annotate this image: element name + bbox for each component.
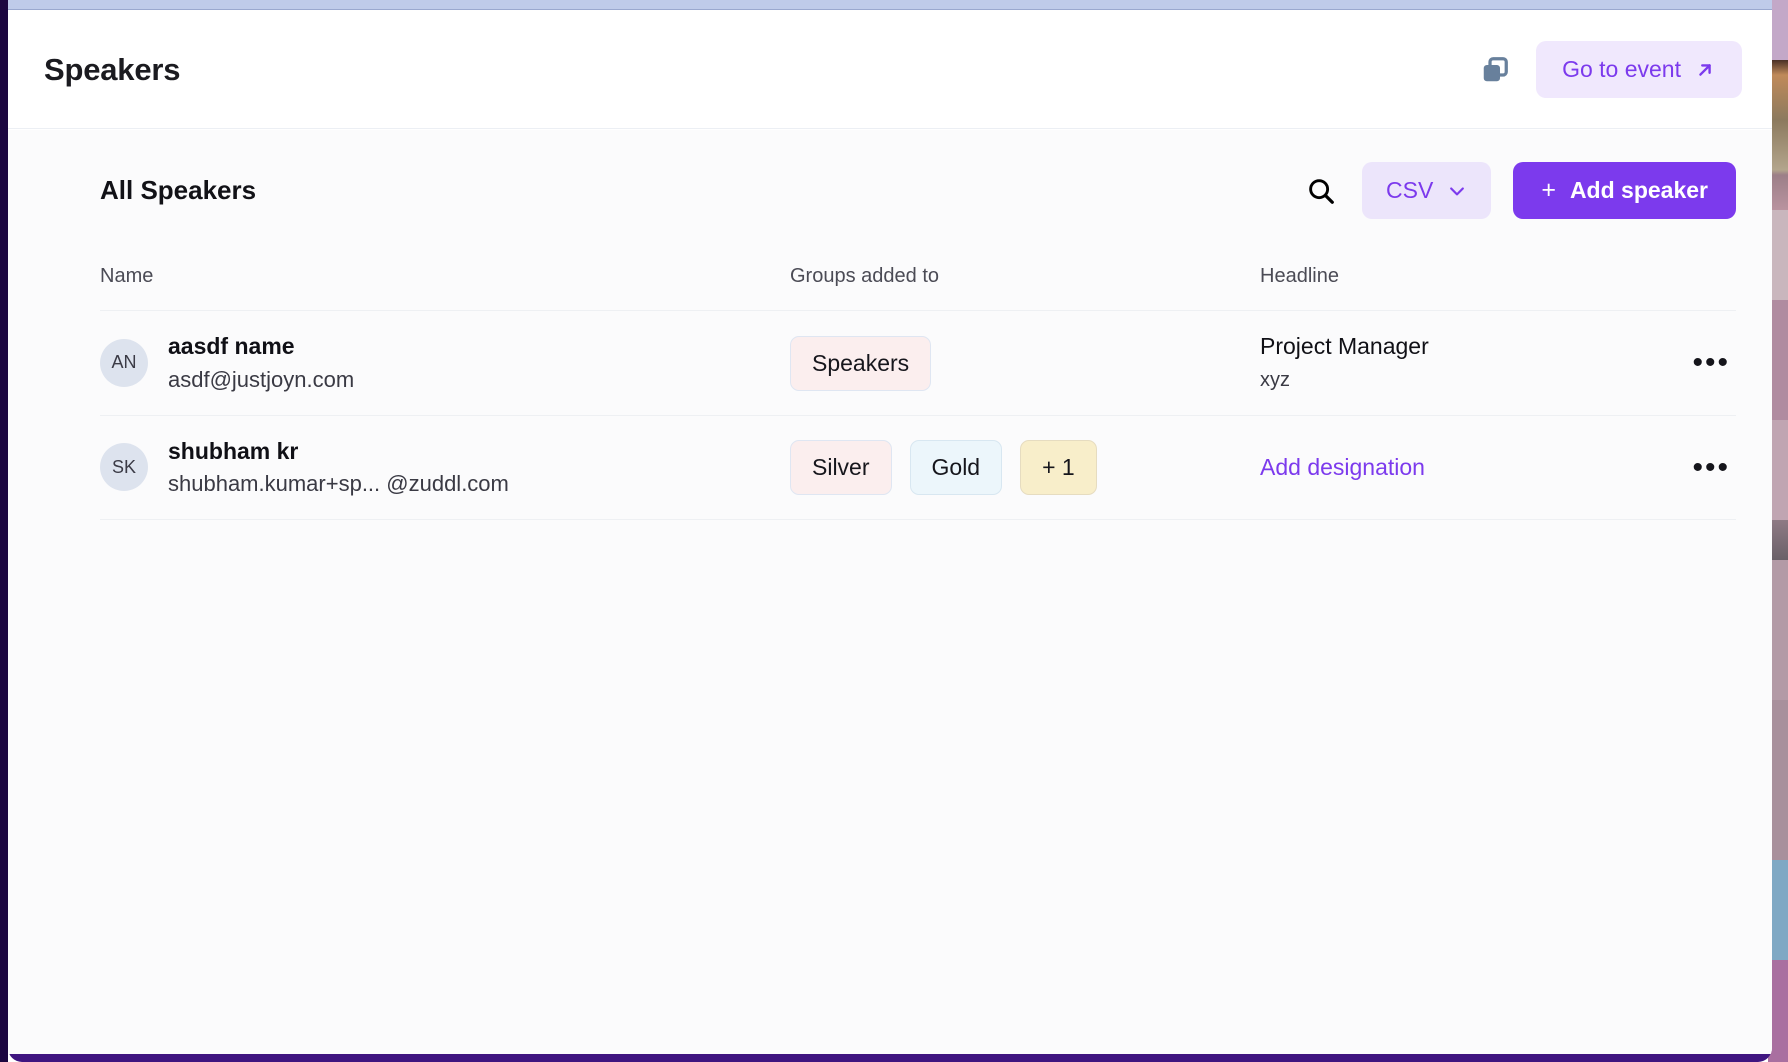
duplicate-icon[interactable] — [1480, 55, 1510, 85]
toolbar-actions: CSV + Add speaker — [1302, 162, 1736, 219]
search-icon — [1306, 176, 1336, 206]
person-text: shubham kr shubham.kumar+sp... @zuddl.co… — [168, 435, 509, 500]
row-actions-cell: ••• — [1666, 452, 1736, 484]
group-tag[interactable]: Silver — [790, 440, 892, 495]
go-to-event-button[interactable]: Go to event — [1536, 41, 1742, 98]
group-tags: Silver Gold + 1 — [790, 440, 1260, 495]
section-title: All Speakers — [100, 175, 257, 205]
row-more-menu-button[interactable]: ••• — [1686, 347, 1736, 379]
plus-icon: + — [1541, 176, 1556, 204]
person-text: aasdf name asdf@justjoyn.com — [168, 330, 354, 395]
csv-label: CSV — [1386, 177, 1434, 203]
person: AN aasdf name asdf@justjoyn.com — [100, 330, 790, 395]
speakers-table: Name Groups added to Headline AN aasdf n… — [100, 265, 1736, 520]
table-row[interactable]: SK shubham kr shubham.kumar+sp... @zuddl… — [100, 415, 1736, 520]
page-title: Speakers — [44, 51, 181, 87]
group-tag[interactable]: Gold — [909, 440, 1003, 495]
row-groups-cell: Silver Gold + 1 — [790, 440, 1260, 495]
window-top-strip — [8, 0, 1772, 10]
row-name-cell: AN aasdf name asdf@justjoyn.com — [100, 330, 790, 395]
avatar: AN — [100, 338, 148, 387]
column-header-headline: Headline — [1260, 265, 1339, 287]
person-name: shubham kr — [168, 437, 299, 464]
person-email: asdf@justjoyn.com — [168, 366, 355, 392]
group-tag[interactable]: Speakers — [790, 335, 932, 391]
arrow-up-right-icon — [1694, 59, 1716, 81]
person: SK shubham kr shubham.kumar+sp... @zuddl… — [100, 435, 790, 500]
row-more-menu-button[interactable]: ••• — [1686, 452, 1736, 484]
csv-export-dropdown[interactable]: CSV — [1362, 162, 1492, 219]
page-header: Speakers Go to event — [8, 11, 1772, 129]
header-actions: Go to event — [1480, 41, 1742, 98]
list-toolbar: All Speakers CSV + Add speaker — [8, 130, 1772, 219]
add-speaker-label: Add speaker — [1569, 177, 1708, 203]
group-tags: Speakers — [790, 335, 1260, 391]
person-name: aasdf name — [168, 333, 295, 360]
avatar: SK — [100, 443, 148, 492]
window-bottom-bar — [8, 1054, 1772, 1062]
row-headline-cell: Project Manager xyz — [1260, 330, 1666, 395]
table-row[interactable]: AN aasdf name asdf@justjoyn.com Speakers… — [100, 310, 1736, 415]
content-area: All Speakers CSV + Add speaker Name Grou… — [8, 130, 1772, 1054]
add-speaker-button[interactable]: + Add speaker — [1513, 162, 1736, 219]
table-header-row: Name Groups added to Headline — [100, 265, 1736, 310]
person-email: shubham.kumar+sp... @zuddl.com — [168, 471, 509, 497]
group-tag-overflow[interactable]: + 1 — [1020, 440, 1097, 495]
row-name-cell: SK shubham kr shubham.kumar+sp... @zuddl… — [100, 435, 790, 500]
row-headline-cell: Add designation — [1260, 454, 1666, 481]
add-designation-link[interactable]: Add designation — [1260, 454, 1666, 481]
column-header-name: Name — [100, 265, 154, 287]
chevron-down-icon — [1447, 181, 1467, 201]
column-header-groups: Groups added to — [790, 265, 939, 287]
headline-subtext: xyz — [1260, 368, 1290, 391]
headline-text: Project Manager — [1260, 333, 1429, 360]
app-window: Speakers Go to event All Speakers CSV + … — [8, 0, 1772, 1062]
row-groups-cell: Speakers — [790, 335, 1260, 391]
search-button[interactable] — [1302, 172, 1340, 210]
row-actions-cell: ••• — [1666, 347, 1736, 379]
go-to-event-label: Go to event — [1562, 56, 1681, 82]
